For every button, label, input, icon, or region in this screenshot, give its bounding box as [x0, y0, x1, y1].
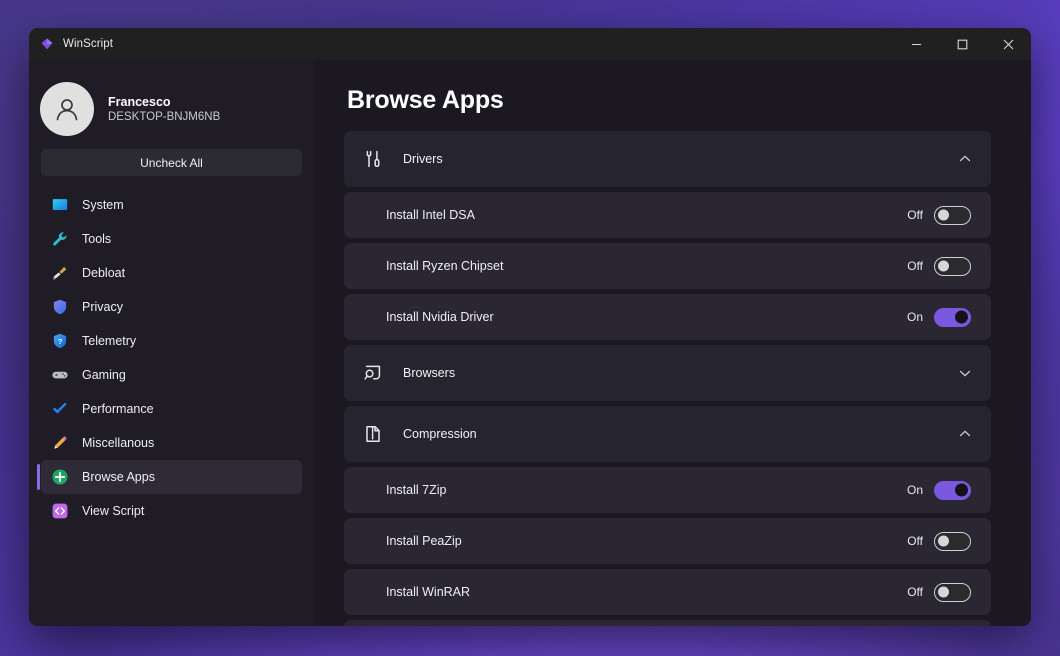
sidebar-item-label: System	[82, 198, 124, 212]
user-name: Francesco	[108, 95, 171, 109]
toggle-state-label: On	[906, 310, 923, 324]
app-name: Install WinRAR	[386, 585, 471, 599]
sidebar-item-telemetry[interactable]: ? Telemetry	[41, 324, 302, 358]
sidebar-item-system[interactable]: System	[41, 188, 302, 222]
table-row: Install Intel DSA Off	[344, 192, 991, 238]
browser-search-icon	[363, 363, 383, 383]
sidebar-item-label: Tools	[82, 232, 112, 246]
app-name: Install PeaZip	[386, 534, 462, 548]
sidebar-item-label: Telemetry	[82, 334, 137, 348]
app-name: Install Intel DSA	[386, 208, 475, 222]
toggle-state-label: On	[906, 483, 923, 497]
broom-icon	[51, 264, 69, 282]
toggle-knob	[938, 535, 949, 547]
chevron-down-icon[interactable]	[957, 365, 973, 381]
section-title: Drivers	[403, 152, 443, 166]
shield-icon	[51, 298, 69, 316]
main-content: Browse Apps Drivers Install Intel DSA Off I…	[314, 60, 1031, 626]
check-mark-icon	[51, 400, 69, 418]
toggle-knob	[938, 586, 949, 598]
sidebar-item-label: Gaming	[82, 368, 126, 382]
toggle-knob	[938, 209, 949, 221]
section-header-compression[interactable]: Compression	[344, 406, 991, 462]
window-controls	[893, 28, 1031, 60]
title-bar: WinScript	[29, 28, 1031, 60]
sidebar-item-miscellanous[interactable]: Miscellanous	[41, 426, 302, 460]
diamond-logo-icon	[40, 37, 54, 51]
pencil-icon	[51, 434, 69, 452]
monitor-icon	[51, 196, 69, 214]
sidebar-item-privacy[interactable]: Privacy	[41, 290, 302, 324]
section-header-drivers[interactable]: Drivers	[344, 131, 991, 187]
table-row: Install Ryzen Chipset Off	[344, 243, 991, 289]
toggle-knob	[938, 260, 949, 272]
toggle-state-label: Off	[907, 259, 923, 273]
sidebar-item-performance[interactable]: Performance	[41, 392, 302, 426]
install-toggle[interactable]	[934, 205, 971, 225]
gamepad-icon	[51, 366, 69, 384]
chevron-up-icon[interactable]	[957, 151, 973, 167]
section-header-browsers[interactable]: Browsers	[344, 345, 991, 401]
sidebar-item-debloat[interactable]: Debloat	[41, 256, 302, 290]
sidebar-item-label: Performance	[82, 402, 154, 416]
toggle-state-label: Off	[907, 585, 923, 599]
sidebar-item-tools[interactable]: Tools	[41, 222, 302, 256]
toggle-state-label: Off	[907, 534, 923, 548]
shield-question-icon: ?	[51, 332, 69, 350]
sidebar-item-label: Browse Apps	[82, 470, 155, 484]
close-icon[interactable]	[985, 28, 1031, 60]
svg-text:?: ?	[58, 337, 63, 346]
plus-circle-icon	[51, 468, 69, 486]
toggle-knob	[955, 483, 968, 497]
section-title: Compression	[403, 427, 477, 441]
uncheck-all-button[interactable]: Uncheck All	[41, 149, 302, 176]
window-title: WinScript	[63, 38, 114, 50]
app-name: Install Nvidia Driver	[386, 310, 494, 324]
tools-icon	[363, 149, 383, 169]
section-title: Browsers	[403, 366, 456, 380]
chevron-up-icon[interactable]	[957, 426, 973, 442]
user-card: Francesco DESKTOP-BNJM6NB	[29, 77, 314, 141]
minimize-icon[interactable]	[893, 28, 939, 60]
app-name: Install Ryzen Chipset	[386, 259, 504, 273]
install-toggle[interactable]	[934, 480, 971, 500]
table-row: Install WinRAR Off	[344, 569, 991, 615]
zip-file-icon	[363, 424, 383, 444]
sidebar-item-gaming[interactable]: Gaming	[41, 358, 302, 392]
toggle-knob	[955, 310, 968, 324]
app-name: Install 7Zip	[386, 483, 447, 497]
install-toggle[interactable]	[934, 531, 971, 551]
table-row: Install Nvidia Driver On	[344, 294, 991, 340]
maximize-icon[interactable]	[939, 28, 985, 60]
window-body: Francesco DESKTOP-BNJM6NB Uncheck All Sy…	[29, 60, 1031, 626]
person-avatar-icon	[40, 82, 94, 136]
sidebar-item-label: View Script	[82, 504, 145, 518]
table-row: Install PeaZip Off	[344, 518, 991, 564]
code-brackets-icon	[51, 502, 69, 520]
sections-container: Drivers Install Intel DSA Off Install Ryzen…	[344, 131, 991, 626]
sidebar-item-browse-apps[interactable]: Browse Apps	[37, 460, 302, 494]
app-window: WinScript Francesco DESKTOP-BNJM6NB Unch…	[29, 28, 1031, 626]
sidebar: Francesco DESKTOP-BNJM6NB Uncheck All Sy…	[29, 60, 314, 626]
wrench-icon	[51, 230, 69, 248]
user-meta: Francesco DESKTOP-BNJM6NB	[108, 95, 220, 123]
page-title: Browse Apps	[347, 86, 504, 114]
sidebar-item-label: Privacy	[82, 300, 123, 314]
sidebar-item-label: Debloat	[82, 266, 126, 280]
install-toggle[interactable]	[934, 307, 971, 327]
install-toggle[interactable]	[934, 582, 971, 602]
sidebar-item-view-script[interactable]: View Script	[41, 494, 302, 528]
sidebar-item-label: Miscellanous	[82, 436, 155, 450]
sidebar-nav-list: System Tools Debloat Privacy? Telemetry Gamin…	[29, 188, 314, 528]
install-toggle[interactable]	[934, 256, 971, 276]
table-row	[344, 620, 991, 626]
user-hostname: DESKTOP-BNJM6NB	[108, 111, 221, 123]
toggle-state-label: Off	[907, 208, 923, 222]
table-row: Install 7Zip On	[344, 467, 991, 513]
